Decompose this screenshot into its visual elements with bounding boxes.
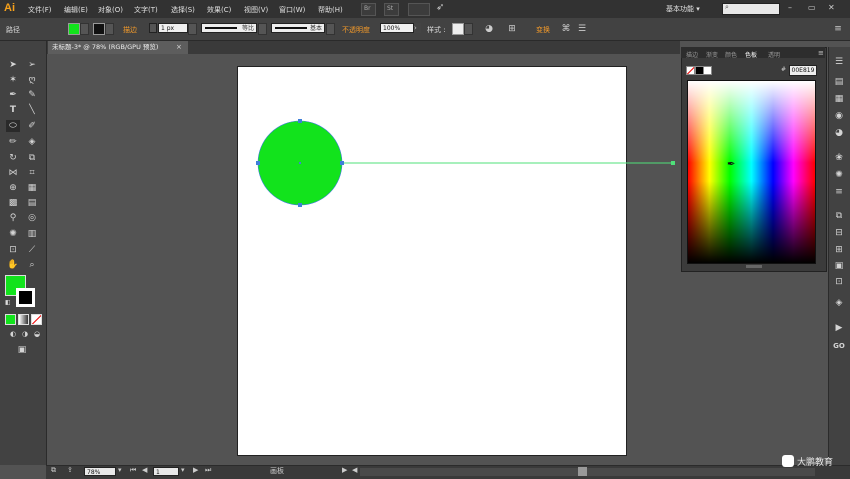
tab-stroke[interactable]: 描边 [686, 50, 698, 59]
anchor-point-bottom[interactable] [298, 203, 302, 207]
tab-gradient[interactable]: 渐变 [706, 50, 718, 59]
anchor-point-top[interactable] [298, 119, 302, 123]
eyedropper-cursor-icon: ✒ [727, 159, 736, 170]
panel-menu-icon[interactable]: ≡ [818, 49, 824, 57]
watermark-text: 大鹏教育 [797, 458, 834, 468]
stroke-panel-icon[interactable]: ≡ [833, 186, 845, 198]
color-spectrum[interactable] [687, 80, 816, 264]
swatches-icon[interactable]: ▦ [833, 93, 845, 105]
properties-icon[interactable]: ☰ [833, 56, 845, 68]
appearance-icon[interactable]: ◉ [833, 110, 845, 122]
last-artboard-icon[interactable]: ⏭ [205, 466, 211, 475]
artboard-number-field[interactable]: 1 [153, 467, 179, 476]
horizontal-scrollbar[interactable] [360, 468, 815, 476]
status-arrow-icon[interactable]: ▶ [342, 466, 347, 474]
panel-resize-grip[interactable] [746, 265, 762, 268]
tab-color[interactable]: 色板 [745, 50, 757, 59]
links-icon[interactable]: ⊡ [833, 276, 845, 288]
white-color-button[interactable] [703, 66, 712, 75]
transform-icon[interactable]: ⧉ [833, 210, 845, 222]
gpu-icon[interactable]: ⧉ [51, 466, 56, 475]
first-artboard-icon[interactable]: ⏮ [130, 466, 136, 475]
status-mode-label: 画板 [270, 467, 284, 475]
pathfinder-icon[interactable]: ⊞ [833, 244, 845, 256]
layers-mini-icon[interactable]: ▤ [833, 76, 845, 88]
next-artboard-icon[interactable]: ▶ [193, 466, 198, 474]
prev-artboard-icon[interactable]: ◀ [142, 466, 147, 474]
anchor-point-right[interactable] [340, 161, 344, 165]
hex-input[interactable]: 00E819 [789, 65, 817, 76]
center-point [299, 162, 301, 164]
layers-icon[interactable]: ◈ [833, 297, 845, 309]
scroll-left-icon[interactable]: ◀ [352, 466, 357, 474]
actions-play-icon[interactable]: ▶ [833, 322, 845, 334]
artboard-dropdown-icon[interactable]: ▾ [181, 466, 185, 474]
artboards-icon[interactable]: ▣ [833, 260, 845, 272]
go-icon[interactable]: GO [833, 340, 845, 352]
hex-hash-label: # [781, 66, 787, 73]
zoom-field[interactable]: 78% [84, 467, 116, 476]
guide-anchor [671, 161, 675, 165]
scrollbar-thumb[interactable] [578, 467, 587, 476]
align-panel-icon[interactable]: ⊟ [833, 227, 845, 239]
watermark-logo [782, 455, 794, 467]
zoom-dropdown-icon[interactable]: ▾ [118, 466, 122, 474]
brushes-icon[interactable]: ✺ [833, 169, 845, 181]
anchor-point-left[interactable] [256, 161, 260, 165]
symbols-icon[interactable]: ❀ [833, 152, 845, 164]
graphic-styles-icon[interactable]: ◕ [833, 127, 845, 139]
none-color-button[interactable] [686, 66, 695, 75]
tab-transparency[interactable]: 透明 [768, 50, 780, 59]
share-icon[interactable]: ⇪ [67, 466, 73, 474]
tab-color-guide[interactable]: 颜色 [725, 50, 737, 59]
